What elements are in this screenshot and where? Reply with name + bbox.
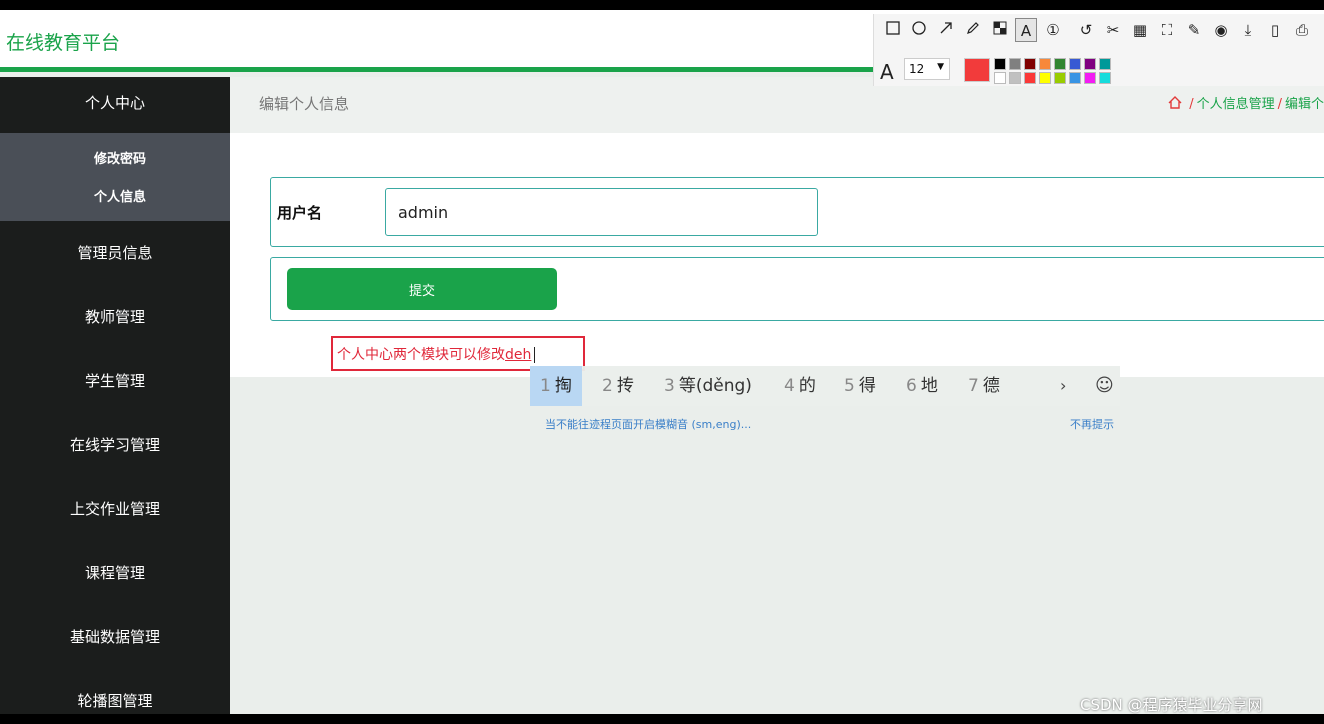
sidebar-subitem-change-password[interactable]: 修改密码 [0, 141, 230, 179]
ime-candidate[interactable]: 3 等(děng) [654, 366, 762, 406]
color-swatch[interactable] [1024, 72, 1036, 84]
scan-icon[interactable]: ⛶ [1156, 18, 1178, 42]
ime-candidate[interactable]: 5得 [834, 366, 886, 406]
font-icon: A [880, 60, 894, 84]
text-caret [534, 347, 536, 363]
app-window: 在线教育平台 个人中心 修改密码 个人信息 管理员信息 教师管理 学生管理 在线… [0, 10, 1324, 714]
screenshot-toolbar: A ① ↺ ✂ ▦ ⛶ ✎ ◉ ⤓ ▯ ⎙ A 12 ▼ [873, 14, 1324, 86]
color-swatch[interactable] [1099, 58, 1111, 70]
chevron-down-icon: ▼ [937, 62, 944, 72]
breadcrumb: / 个人信息管理 / 编辑个 [1168, 93, 1324, 112]
breadcrumb-level2: 编辑个 [1284, 97, 1324, 112]
sidebar-item-homework[interactable]: 上交作业管理 [0, 477, 230, 541]
bookmark-icon[interactable]: ⎙ [1291, 18, 1313, 42]
annotation-text: 个人中心两个模块可以修改 [337, 347, 505, 363]
ellipse-icon[interactable] [908, 18, 930, 42]
color-swatch[interactable] [1054, 58, 1066, 70]
csdn-watermark: CSDN @程序猿毕业分享网 [1080, 696, 1263, 714]
ime-candidate[interactable]: 7德 [958, 366, 1010, 406]
current-color-swatch[interactable] [964, 58, 990, 82]
ime-hint[interactable]: 当不能往迹程页面开启模糊音 (sm,eng)... [545, 416, 751, 432]
color-swatch[interactable] [1039, 72, 1051, 84]
emoji-icon[interactable]: ☺ [1095, 366, 1114, 406]
save-icon[interactable]: ▯ [1264, 18, 1286, 42]
breadcrumb-separator: / [1189, 97, 1194, 112]
ime-composition: deh [505, 347, 532, 363]
username-label: 用户名 [277, 204, 323, 222]
pin-icon[interactable]: ✎ [1183, 18, 1205, 42]
username-row: 用户名 [270, 177, 1324, 247]
submit-row: 提交 [270, 257, 1324, 321]
ime-candidate-bar: 1掏 2抟 3 等(děng) 4的 5得 6地 7德 › ☺ [530, 366, 1120, 406]
brand-title: 在线教育平台 [6, 32, 121, 54]
color-swatch[interactable] [994, 72, 1006, 84]
sidebar-item-base-data[interactable]: 基础数据管理 [0, 605, 230, 669]
color-swatch[interactable] [1024, 58, 1036, 70]
sidebar-item-online-learning[interactable]: 在线学习管理 [0, 413, 230, 477]
sidebar-item-admin-info[interactable]: 管理员信息 [0, 221, 230, 285]
username-input[interactable] [385, 188, 818, 236]
ime-candidate[interactable]: 1掏 [530, 366, 582, 406]
home-icon[interactable] [1168, 96, 1186, 112]
rectangle-icon[interactable] [882, 18, 904, 42]
sidebar-item-student-management[interactable]: 学生管理 [0, 349, 230, 413]
ime-candidate[interactable]: 6地 [896, 366, 948, 406]
color-swatch[interactable] [1009, 58, 1021, 70]
record-icon[interactable]: ◉ [1210, 18, 1232, 42]
mosaic-icon[interactable] [989, 18, 1011, 42]
ime-candidate[interactable]: 2抟 [592, 366, 644, 406]
color-swatch[interactable] [1084, 58, 1096, 70]
breadcrumb-separator: / [1277, 97, 1282, 112]
text-icon[interactable]: A [1015, 18, 1037, 42]
ime-next-page-icon[interactable]: › [1060, 366, 1066, 406]
sidebar-subitem-personal-info[interactable]: 个人信息 [0, 179, 230, 217]
color-swatch[interactable] [1069, 58, 1081, 70]
font-size-select[interactable]: 12 ▼ [904, 58, 950, 80]
color-swatch[interactable] [1099, 72, 1111, 84]
download-icon[interactable]: ⤓ [1237, 18, 1259, 42]
color-swatch[interactable] [1069, 72, 1081, 84]
breadcrumb-level1[interactable]: 个人信息管理 [1197, 97, 1275, 112]
sidebar-item-teacher-management[interactable]: 教师管理 [0, 285, 230, 349]
color-swatch[interactable] [1009, 72, 1021, 84]
ime-candidate[interactable]: 4的 [774, 366, 826, 406]
color-swatch[interactable] [1039, 58, 1051, 70]
bottom-black-strip [0, 714, 1324, 724]
color-swatch[interactable] [994, 58, 1006, 70]
arrow-icon[interactable] [935, 18, 957, 42]
sidebar-item-carousel[interactable]: 轮播图管理 [0, 669, 230, 714]
sidebar-item-course[interactable]: 课程管理 [0, 541, 230, 605]
submit-button[interactable]: 提交 [287, 268, 557, 310]
sidebar: 个人中心 修改密码 个人信息 管理员信息 教师管理 学生管理 在线学习管理 上交… [0, 77, 230, 714]
undo-icon[interactable]: ↺ [1075, 18, 1097, 42]
color-swatch[interactable] [1084, 72, 1096, 84]
sidebar-submenu: 修改密码 个人信息 [0, 133, 230, 221]
cut-icon[interactable]: ✂ [1102, 18, 1124, 42]
pencil-icon[interactable] [962, 18, 984, 42]
sidebar-item-personal-center[interactable]: 个人中心 [0, 77, 230, 133]
page-title: 编辑个人信息 [259, 95, 350, 113]
ocr-icon[interactable]: ▦ [1129, 18, 1151, 42]
number-icon[interactable]: ① [1042, 18, 1064, 42]
ime-dismiss-hint[interactable]: 不再提示 [1070, 416, 1114, 432]
color-swatch[interactable] [1054, 72, 1066, 84]
